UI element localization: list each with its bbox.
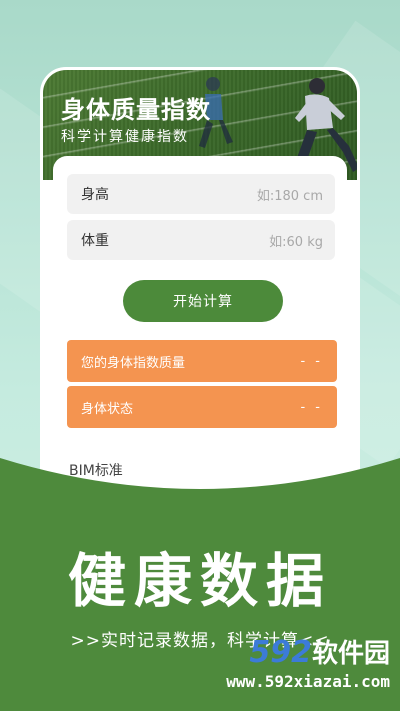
watermark-url: www.592xiazai.com xyxy=(226,672,390,691)
result-label: 您的身体指数质量 xyxy=(81,355,186,371)
weight-placeholder[interactable]: 如:60 kg xyxy=(269,231,323,250)
watermark-number: 592 xyxy=(249,635,312,670)
watermark-logo: 592软件园 xyxy=(226,638,390,668)
height-placeholder[interactable]: 如:180 cm xyxy=(257,185,323,204)
height-label: 身高 xyxy=(81,187,109,203)
promo-headline: 健康数据 xyxy=(67,547,332,615)
height-input-field[interactable]: 身高 如:180 cm xyxy=(67,174,335,214)
result-label: 身体状态 xyxy=(81,401,134,417)
watermark-text: 软件园 xyxy=(311,639,390,669)
weight-label: 体重 xyxy=(81,233,109,249)
site-watermark: 592软件园 www.592xiazai.com xyxy=(226,638,390,692)
body-state-result: 身体状态 - - xyxy=(67,386,337,428)
result-value: - - xyxy=(300,353,323,369)
bmi-quality-result: 您的身体指数质量 - - xyxy=(67,340,337,382)
app-subtitle: 科学计算健康指数 xyxy=(61,129,189,145)
start-calculation-button[interactable]: 开始计算 xyxy=(123,280,283,322)
app-title: 身体质量指数 xyxy=(61,96,211,124)
result-value: - - xyxy=(300,399,323,415)
weight-input-field[interactable]: 体重 如:60 kg xyxy=(67,220,335,260)
